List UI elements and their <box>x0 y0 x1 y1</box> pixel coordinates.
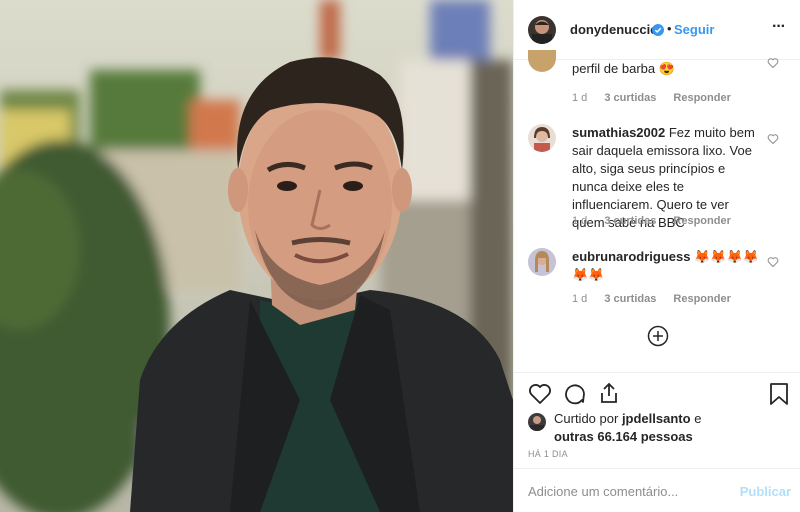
liker-username[interactable]: jpdellsanto <box>622 411 691 426</box>
more-options-icon[interactable]: ··· <box>772 18 786 36</box>
comment-body: eubrunarodriguess 🦊🦊🦊🦊🦊🦊 <box>572 248 762 284</box>
comment-meta: 1 d 3 curtidas Responder <box>572 92 745 104</box>
publish-button[interactable]: Publicar <box>740 484 791 499</box>
comment-heart-icon[interactable] <box>767 56 779 69</box>
comment-heart-icon[interactable] <box>767 132 779 145</box>
comment-likes[interactable]: 3 curtidas <box>604 215 656 227</box>
likes-middle: e <box>694 411 702 426</box>
post-side-panel: donydenuccio • Seguir ··· perfil de barb… <box>513 0 800 512</box>
comment-input[interactable] <box>528 481 738 501</box>
comment-likes[interactable]: 3 curtidas <box>604 92 656 104</box>
heart-icon[interactable] <box>528 382 552 411</box>
likes-prefix: Curtido por <box>554 411 619 426</box>
reply-button[interactable]: Responder <box>673 92 730 104</box>
comment-avatar[interactable] <box>528 124 556 152</box>
bookmark-icon[interactable] <box>768 382 790 411</box>
plus-circle-icon[interactable] <box>647 325 669 352</box>
author-username[interactable]: donydenuccio <box>570 22 658 37</box>
comment-meta: 1 d 3 curtidas Responder <box>572 215 745 227</box>
comment-username[interactable]: eubrunarodriguess <box>572 249 690 264</box>
comment-heart-icon[interactable] <box>767 255 779 268</box>
portrait-image <box>0 0 513 512</box>
comment-username[interactable]: sumathias2002 <box>572 125 665 140</box>
post-photo[interactable] <box>0 0 513 512</box>
author-avatar[interactable] <box>528 16 556 44</box>
follow-button[interactable]: Seguir <box>674 22 714 37</box>
comment-time[interactable]: 1 d <box>572 215 587 227</box>
post-actions: Curtido por jpdellsanto e outras 66.164 … <box>514 372 800 459</box>
post-timestamp[interactable]: HÁ 1 DIA <box>528 449 568 459</box>
share-icon[interactable] <box>597 381 621 410</box>
verified-badge-icon <box>652 23 664 41</box>
comment-time[interactable]: 1 d <box>572 92 587 104</box>
reply-button[interactable]: Responder <box>673 293 730 305</box>
comment-avatar[interactable] <box>528 248 556 276</box>
liker-avatar[interactable] <box>528 413 546 431</box>
likes-summary: Curtido por jpdellsanto e outras 66.164 … <box>554 410 784 446</box>
likes-others[interactable]: outras 66.164 pessoas <box>554 429 693 444</box>
comment-icon[interactable] <box>562 382 586 411</box>
comment-meta: 1 d 3 curtidas Responder <box>572 293 745 305</box>
comment-form: Publicar <box>514 468 800 512</box>
comment-avatar[interactable] <box>528 50 556 72</box>
comment-likes[interactable]: 3 curtidas <box>604 293 656 305</box>
comment-time[interactable]: 1 d <box>572 293 587 305</box>
reply-button[interactable]: Responder <box>673 215 730 227</box>
comment-text: perfil de barba 😍 <box>572 61 675 76</box>
header-separator: • <box>667 21 672 36</box>
post-header: donydenuccio • Seguir ··· <box>514 0 800 60</box>
